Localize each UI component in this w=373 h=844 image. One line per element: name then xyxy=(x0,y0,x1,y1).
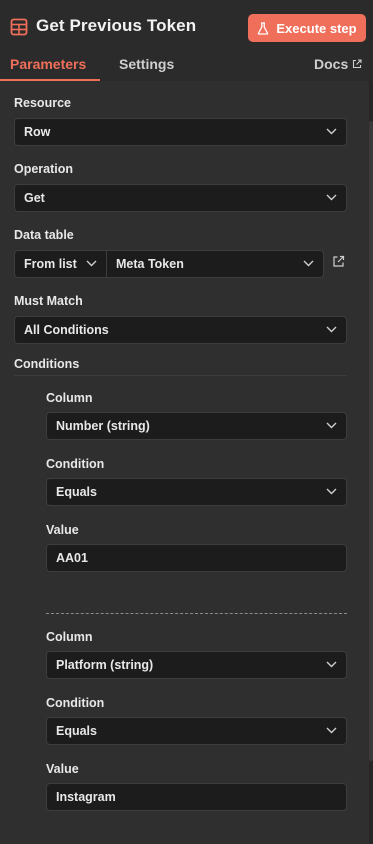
chevron-down-icon xyxy=(326,128,337,135)
node-header: Get Previous Token Execute step xyxy=(0,0,373,54)
resource-value: Row xyxy=(24,125,51,139)
condition-2-condition-label: Condition xyxy=(46,696,105,710)
data-table-value: Meta Token xyxy=(116,257,184,271)
condition-1-column-select[interactable]: Number (string) xyxy=(46,412,347,440)
chevron-down-icon xyxy=(86,260,97,267)
execute-step-label: Execute step xyxy=(276,20,357,36)
docs-label: Docs xyxy=(314,56,349,72)
operation-label: Operation xyxy=(14,162,74,176)
condition-2-condition-value: Equals xyxy=(56,724,97,738)
condition-1-column-label: Column xyxy=(46,391,93,405)
execute-step-button[interactable]: Execute step xyxy=(248,14,366,42)
must-match-value: All Conditions xyxy=(24,323,109,337)
flask-icon xyxy=(258,21,269,35)
condition-2-value-label: Value xyxy=(46,762,79,776)
condition-1-value-label: Value xyxy=(46,523,79,537)
condition-1-value-input[interactable]: AA01 xyxy=(46,544,347,572)
operation-select[interactable]: Get xyxy=(14,184,347,212)
conditions-label: Conditions xyxy=(14,357,80,371)
chevron-down-icon xyxy=(326,488,337,495)
must-match-label: Must Match xyxy=(14,294,83,308)
chevron-down-icon xyxy=(303,260,314,267)
condition-1-value: AA01 xyxy=(56,551,88,565)
chevron-down-icon xyxy=(326,661,337,668)
resource-select[interactable]: Row xyxy=(14,118,347,146)
chevron-down-icon xyxy=(326,727,337,734)
open-external-icon[interactable] xyxy=(332,255,345,268)
conditions-divider xyxy=(14,375,347,376)
condition-2-value: Instagram xyxy=(56,790,116,804)
condition-2-column-value: Platform (string) xyxy=(56,658,154,672)
scrollbar-thumb[interactable] xyxy=(369,121,373,761)
condition-2-value-input[interactable]: Instagram xyxy=(46,783,347,811)
condition-1-condition-select[interactable]: Equals xyxy=(46,478,347,506)
chevron-down-icon xyxy=(326,326,337,333)
condition-1-condition-value: Equals xyxy=(56,485,97,499)
node-title[interactable]: Get Previous Token xyxy=(36,16,196,36)
condition-2-column-label: Column xyxy=(46,630,93,644)
tab-settings[interactable]: Settings xyxy=(119,56,174,72)
chevron-down-icon xyxy=(326,194,337,201)
data-table-label: Data table xyxy=(14,228,74,242)
tab-parameters[interactable]: Parameters xyxy=(10,56,86,72)
table-icon xyxy=(10,18,28,36)
parameters-panel: Resource Row Operation Get Data table Fr… xyxy=(0,81,369,844)
condition-1-column-value: Number (string) xyxy=(56,419,150,433)
resource-label: Resource xyxy=(14,96,71,110)
operation-value: Get xyxy=(24,191,45,205)
external-link-icon xyxy=(353,59,362,69)
data-table-mode-select[interactable]: From list xyxy=(14,250,107,278)
tab-docs[interactable]: Docs xyxy=(314,56,362,72)
must-match-select[interactable]: All Conditions xyxy=(14,316,347,344)
condition-separator xyxy=(46,613,347,614)
condition-2-column-select[interactable]: Platform (string) xyxy=(46,651,347,679)
chevron-down-icon xyxy=(326,422,337,429)
scrollbar[interactable] xyxy=(369,81,373,844)
tab-bar: Parameters Settings Docs xyxy=(0,54,373,81)
condition-1-condition-label: Condition xyxy=(46,457,105,471)
condition-2-condition-select[interactable]: Equals xyxy=(46,717,347,745)
data-table-mode-value: From list xyxy=(24,257,77,271)
data-table-select[interactable]: Meta Token xyxy=(106,250,324,278)
